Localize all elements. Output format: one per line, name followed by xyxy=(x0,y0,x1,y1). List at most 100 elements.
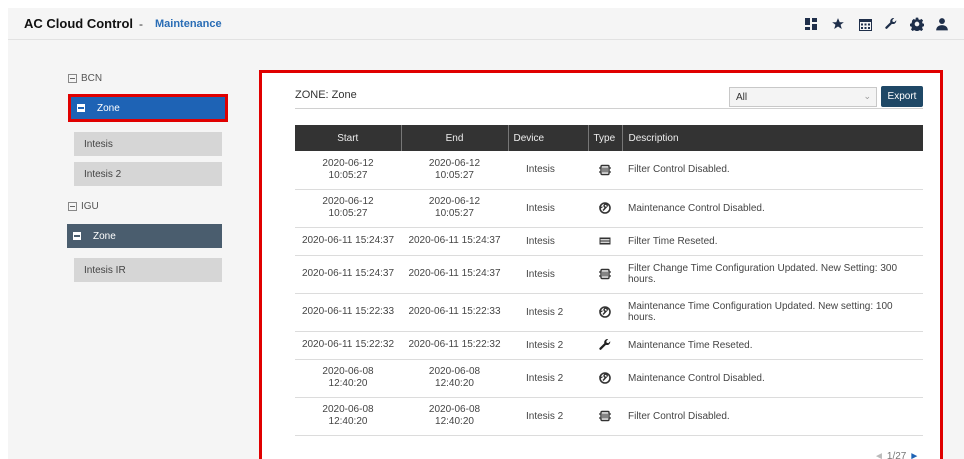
cell-device: Intesis 2 xyxy=(508,293,588,332)
collapse-icon[interactable] xyxy=(68,202,77,211)
chevron-down-icon: ⌄ xyxy=(863,91,871,101)
table-row[interactable]: 2020-06-08 12:40:20 2020-06-08 12:40:20 In… xyxy=(295,397,923,436)
divider xyxy=(295,108,923,109)
cell-type xyxy=(588,397,622,436)
cell-end: 2020-06-11 15:22:33 xyxy=(401,293,508,332)
filter-icon xyxy=(598,268,612,280)
cell-start: 2020-06-08 12:40:20 xyxy=(295,359,401,398)
table-header-row: Start End Device Type Description xyxy=(295,125,923,151)
collapse-icon xyxy=(73,232,81,240)
column-header-end[interactable]: End xyxy=(401,125,509,151)
events-table: Start End Device Type Description 2020-0… xyxy=(295,125,923,436)
star-icon[interactable] xyxy=(830,16,846,32)
tree-group-bcn[interactable]: BCN xyxy=(68,73,102,84)
cell-type xyxy=(588,331,622,360)
cell-end: 2020-06-08 12:40:20 xyxy=(401,359,508,398)
cell-description: Maintenance Control Disabled. xyxy=(622,359,923,398)
table-row[interactable]: 2020-06-11 15:24:37 2020-06-11 15:24:37 In… xyxy=(295,255,923,294)
zone-item-igu[interactable]: Zone xyxy=(67,224,222,248)
cell-type xyxy=(588,227,622,256)
maintenance-icon xyxy=(598,372,612,384)
cell-start: 2020-06-11 15:22:33 xyxy=(295,293,401,332)
filter-reset-icon xyxy=(598,236,612,247)
cell-start: 2020-06-08 12:40:20 xyxy=(295,397,401,436)
column-header-type[interactable]: Type xyxy=(588,125,623,151)
table-row[interactable]: 2020-06-11 15:22:32 2020-06-11 15:22:32 In… xyxy=(295,331,923,360)
table-row[interactable]: 2020-06-12 10:05:27 2020-06-12 10:05:27 In… xyxy=(295,189,923,228)
cell-device: Intesis 2 xyxy=(508,331,588,360)
table-row[interactable]: 2020-06-12 10:05:27 2020-06-12 10:05:27 In… xyxy=(295,151,923,190)
gear-icon[interactable] xyxy=(909,16,925,32)
export-button[interactable]: Export xyxy=(881,86,923,107)
cell-device: Intesis xyxy=(508,227,588,256)
cell-device: Intesis 2 xyxy=(508,397,588,436)
collapse-icon[interactable] xyxy=(68,74,77,83)
app-title: AC Cloud Control xyxy=(24,16,134,31)
wrench-icon xyxy=(598,339,612,351)
maintenance-icon xyxy=(598,306,612,318)
page-indicator: 1/27 xyxy=(886,451,907,459)
cell-end: 2020-06-11 15:24:37 xyxy=(401,227,508,256)
device-item-intesis-2[interactable]: Intesis 2 xyxy=(74,162,222,186)
type-filter-select[interactable]: All ⌄ xyxy=(729,87,877,107)
device-item-intesis-ir[interactable]: Intesis IR xyxy=(74,258,222,282)
column-header-start[interactable]: Start xyxy=(295,125,402,151)
prev-page-icon[interactable]: ◄ xyxy=(874,451,884,459)
top-bar: AC Cloud Control - Maintenance xyxy=(8,8,964,40)
cell-device: Intesis 2 xyxy=(508,359,588,398)
wrench-icon[interactable] xyxy=(883,16,899,32)
tree-group-igu[interactable]: IGU xyxy=(68,201,99,212)
cell-end: 2020-06-08 12:40:20 xyxy=(401,397,508,436)
collapse-icon xyxy=(77,104,85,112)
cell-description: Maintenance Time Configuration Updated. … xyxy=(622,293,923,332)
table-row[interactable]: 2020-06-11 15:24:37 2020-06-11 15:24:37 In… xyxy=(295,227,923,256)
calendar-icon[interactable] xyxy=(857,16,873,32)
cell-type xyxy=(588,255,622,294)
filter-icon xyxy=(598,410,612,422)
zone-item-label: Zone xyxy=(93,230,116,242)
cell-description: Filter Time Reseted. xyxy=(622,227,923,256)
next-page-icon[interactable]: ► xyxy=(909,451,919,459)
table-row[interactable]: 2020-06-08 12:40:20 2020-06-08 12:40:20 In… xyxy=(295,359,923,398)
cell-device: Intesis xyxy=(508,151,588,190)
column-header-description[interactable]: Description xyxy=(622,125,923,151)
device-item-label: Intesis IR xyxy=(84,264,126,276)
zone-item-label: Zone xyxy=(97,102,120,114)
filter-icon xyxy=(598,164,612,175)
pagination: ◄ 1/27 ► xyxy=(874,451,919,459)
cell-type xyxy=(588,189,622,228)
filter-value: All xyxy=(736,91,748,103)
device-item-label: Intesis 2 xyxy=(84,168,122,180)
user-icon[interactable] xyxy=(934,16,950,32)
zone-item-bcn[interactable]: Zone xyxy=(68,94,228,122)
cell-end: 2020-06-11 15:22:32 xyxy=(401,331,508,360)
cell-description: Filter Control Disabled. xyxy=(622,397,923,436)
title-separator: - xyxy=(139,17,143,31)
cell-end: 2020-06-12 10:05:27 xyxy=(401,151,508,190)
page-title[interactable]: Maintenance xyxy=(155,18,222,30)
dashboard-icon[interactable] xyxy=(803,16,819,32)
column-header-device[interactable]: Device xyxy=(508,125,589,151)
cell-type xyxy=(588,359,622,398)
cell-description: Maintenance Time Reseted. xyxy=(622,331,923,360)
cell-end: 2020-06-11 15:24:37 xyxy=(401,255,508,294)
cell-start: 2020-06-11 15:24:37 xyxy=(295,227,401,256)
tree-group-label: BCN xyxy=(81,73,103,84)
cell-description: Maintenance Control Disabled. xyxy=(622,189,923,228)
zone-title: ZONE: Zone xyxy=(295,89,357,101)
cell-start: 2020-06-12 10:05:27 xyxy=(295,151,401,190)
cell-description: Filter Control Disabled. xyxy=(622,151,923,190)
tree-group-label: IGU xyxy=(81,201,99,212)
device-item-intesis[interactable]: Intesis xyxy=(74,132,222,156)
cell-device: Intesis xyxy=(508,189,588,228)
maintenance-icon xyxy=(598,202,612,214)
table-row[interactable]: 2020-06-11 15:22:33 2020-06-11 15:22:33 In… xyxy=(295,293,923,332)
cell-end: 2020-06-12 10:05:27 xyxy=(401,189,508,228)
cell-start: 2020-06-12 10:05:27 xyxy=(295,189,401,228)
cell-device: Intesis xyxy=(508,255,588,294)
cell-type xyxy=(588,151,622,190)
cell-description: Filter Change Time Configuration Updated… xyxy=(622,255,923,294)
device-item-label: Intesis xyxy=(84,138,113,150)
cell-start: 2020-06-11 15:22:32 xyxy=(295,331,401,360)
cell-type xyxy=(588,293,622,332)
